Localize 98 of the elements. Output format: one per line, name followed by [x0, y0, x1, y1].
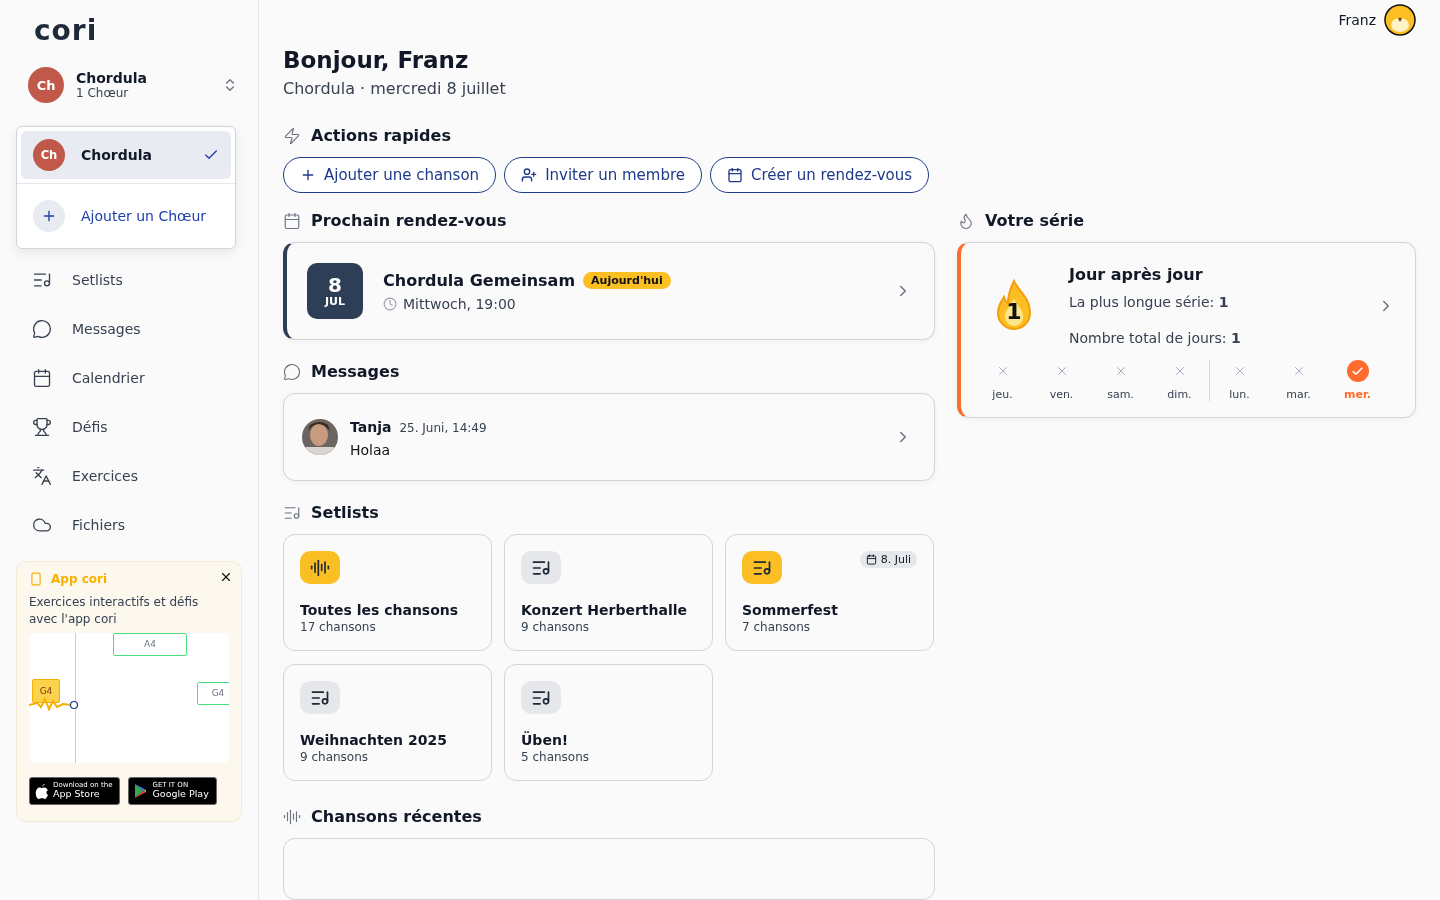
nav-label: Exercices	[72, 467, 138, 484]
trophy-icon	[32, 416, 52, 437]
choir-count: 1 Chœur	[76, 86, 130, 100]
setlist-card[interactable]: Weihnachten 2025 9 chansons	[283, 664, 492, 781]
chat-bubble-icon	[32, 318, 52, 339]
day-label: lun.	[1229, 388, 1250, 401]
event-card[interactable]: 8 JUL Chordula Gemeinsam Aujourd'hui Mittwoch, 19:00	[283, 242, 935, 340]
lightning-icon	[283, 126, 301, 145]
add-choir-item[interactable]: Ajouter un Chœur	[17, 183, 235, 248]
section-title: Setlists	[311, 503, 379, 522]
section-title: Messages	[311, 362, 400, 381]
store-name: Google Play	[152, 789, 209, 800]
choir-name: Chordula	[76, 70, 148, 86]
plus-icon	[300, 167, 316, 183]
message-author: Tanja	[350, 418, 392, 435]
nav-item[interactable]: Messages	[0, 304, 258, 353]
note-box: A4	[113, 632, 187, 656]
message-time: 25. Juni, 14:49	[399, 420, 487, 435]
streak-card[interactable]: 1 Jour après jour La plus longue série: 1 Nombre total de jours: 1 jeu. ven. sam. dim. lun. mar. mer.	[957, 242, 1416, 418]
close-icon	[219, 570, 233, 584]
setlist-card[interactable]: 8. Juli Sommerfest 7 chansons	[725, 534, 934, 651]
logo: cori	[33, 13, 99, 47]
calendar-icon	[32, 367, 52, 388]
nav-item[interactable]: Défis	[0, 402, 258, 451]
greeting: Bonjour, Franz	[283, 47, 470, 73]
plus-icon	[33, 200, 65, 232]
play-icon	[134, 782, 149, 799]
flame-icon	[957, 211, 975, 230]
day-label: dim.	[1167, 388, 1192, 401]
nav-item[interactable]: Fichiers	[0, 500, 258, 549]
setlist-card[interactable]: Konzert Herberthalle 9 chansons	[504, 534, 713, 651]
avatar-icon[interactable]	[1384, 3, 1416, 36]
choir-name: Chordula	[81, 147, 152, 163]
setlist-name: Toutes les chansons	[300, 602, 460, 618]
waveform-icon	[283, 807, 301, 826]
total-days: Nombre total de jours: 1	[1069, 330, 1345, 346]
nav-label: Setlists	[72, 271, 123, 288]
page-subtitle: Chordula · mercredi 8 juillet	[283, 79, 507, 98]
setlist-card[interactable]: Üben! 5 chansons	[504, 664, 713, 781]
sung-note: G4	[32, 678, 60, 703]
clock-icon	[383, 296, 397, 311]
message-text: Holaa	[350, 441, 391, 458]
phone-icon	[29, 572, 43, 586]
song-count: 5 chansons	[521, 750, 591, 764]
day-label: mer.	[1344, 388, 1371, 401]
section-title: Votre série	[985, 211, 1085, 230]
promo-title: App cori	[51, 572, 108, 586]
message-card[interactable]: Tanja 25. Juni, 14:49 Holaa	[283, 393, 935, 481]
song-count: 7 chansons	[742, 620, 812, 634]
note-box: G4	[197, 681, 229, 705]
date-text: 8. Juli	[880, 553, 911, 566]
chat-bubble-icon	[283, 362, 301, 381]
nav-label: Messages	[72, 320, 141, 337]
store-name: App Store	[53, 789, 101, 800]
event-time: Mittwoch, 19:00	[403, 295, 516, 312]
day-label: jeu.	[992, 388, 1013, 401]
setlist-name: Üben!	[521, 732, 570, 748]
setlist-name: Sommerfest	[742, 602, 839, 618]
quick-action-button[interactable]: Créer un rendez-vous	[709, 157, 930, 193]
song-count: 9 chansons	[300, 750, 370, 764]
nav-label: Calendrier	[72, 369, 145, 386]
nav-item[interactable]: Exercices	[0, 451, 258, 500]
user-plus-icon	[521, 167, 538, 183]
nav-label: Défis	[72, 418, 108, 435]
apple-icon	[35, 782, 49, 799]
setlist-name: Konzert Herberthalle	[521, 602, 689, 618]
day-label: ven.	[1049, 388, 1074, 401]
promo-text: Exercices interactifs et défis avec l'app cori	[29, 594, 200, 629]
song-count: 9 chansons	[521, 620, 591, 634]
user-name: Franz	[1338, 11, 1376, 28]
section-title: Chansons récentes	[311, 807, 482, 826]
nav-label: Fichiers	[72, 516, 126, 533]
event-month: JUL	[324, 294, 345, 308]
add-choir-label: Ajouter un Chœur	[81, 208, 206, 224]
today-badge: Aujourd'hui	[583, 271, 671, 289]
section-title: Prochain rendez-vous	[311, 211, 507, 230]
day-label: sam.	[1107, 388, 1134, 401]
quick-action-button[interactable]: Inviter un membre	[504, 157, 702, 193]
choir-avatar: Ch	[33, 139, 65, 171]
nav-item[interactable]: Calendrier	[0, 353, 258, 402]
section-title: Actions rapides	[311, 126, 451, 145]
longest-streak: La plus longue série: 1	[1069, 294, 1230, 310]
event-name: Chordula Gemeinsam	[383, 270, 576, 290]
choir-avatar: Ch	[28, 67, 64, 103]
song-count: 17 chansons	[300, 620, 377, 634]
setlist-card[interactable]: Toutes les chansons 17 chansons	[283, 534, 492, 651]
event-day: 8	[328, 274, 342, 295]
calendar-icon	[283, 211, 301, 230]
quick-action-button[interactable]: Ajouter une chanson	[283, 157, 497, 193]
choir-menu-item[interactable]: Ch Chordula	[21, 131, 231, 179]
setlist-name: Weihnachten 2025	[300, 732, 448, 748]
day-label: mar.	[1286, 388, 1311, 401]
streak-heading: Jour après jour	[1069, 265, 1204, 284]
calendar-icon	[865, 554, 877, 565]
nav-item[interactable]: Setlists	[0, 255, 258, 304]
choir-switcher[interactable]: Ch Chordula 1 Chœur	[28, 65, 238, 105]
translate-icon	[32, 465, 52, 486]
calendar-icon	[726, 167, 743, 183]
